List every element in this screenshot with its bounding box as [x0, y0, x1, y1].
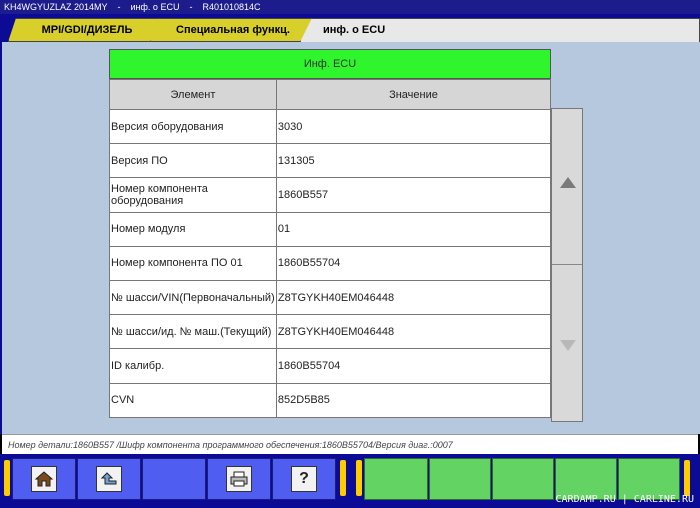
row-value: 1860B55704 [275, 348, 552, 384]
title-vin: KH4WGYUZLAZ 2014MY [4, 2, 108, 12]
row-value: 01 [275, 211, 552, 247]
triangle-down-icon [560, 340, 576, 351]
scroll-down-button[interactable] [552, 265, 582, 421]
column-header-value: Значение [275, 79, 552, 110]
help-button[interactable]: ? [272, 458, 336, 500]
scroll-up-button[interactable] [552, 109, 582, 265]
triangle-up-icon [560, 177, 576, 188]
row-item: Номер модуля [109, 211, 277, 247]
table-row[interactable]: Номер модуля 01 [109, 211, 552, 247]
row-item: № шасси/ид. № маш.(Текущий) [109, 314, 277, 350]
status-bar: Номер детали:1860B557 /Шифр компонента п… [2, 434, 698, 454]
row-item: № шасси/VIN(Первоначальный) [109, 279, 277, 316]
row-value: 3030 [275, 108, 552, 145]
table-row[interactable]: № шасси/VIN(Первоначальный) Z8TGYKH40EM04… [109, 279, 552, 316]
row-item: Номер компонента ПО 01 [109, 245, 277, 281]
tab-mpi-gdi-diesel[interactable]: MPI/GDI/ДИЗЕЛЬ [8, 18, 166, 42]
table-row[interactable]: Номер компонента оборудования 1860B557 [109, 177, 552, 213]
panel-title: Инф. ECU [109, 49, 551, 79]
tab-special-functions[interactable]: Специальная функц. [150, 18, 316, 42]
back-arrow-icon [96, 466, 122, 492]
table-row[interactable]: № шасси/ид. № маш.(Текущий) Z8TGYKH40EM04… [109, 314, 552, 350]
title-part: R401010814C [202, 2, 261, 12]
function-keys-edge-right [684, 460, 690, 496]
toolbar-edge-left [4, 460, 10, 496]
home-icon [31, 466, 57, 492]
function-key-1[interactable] [364, 458, 428, 500]
watermark: CARDAMP.RU | CARLINE.RU [555, 494, 694, 505]
row-item: Версия оборудования [109, 108, 277, 145]
empty-button[interactable] [142, 458, 206, 500]
help-icon: ? [291, 466, 317, 492]
table-row[interactable]: Номер компонента ПО 01 1860B55704 [109, 245, 552, 281]
ecu-info-table: Элемент Значение Версия оборудования 3030… [109, 79, 552, 418]
function-key-3[interactable] [492, 458, 554, 500]
table-row[interactable]: Версия ПО 131305 [109, 143, 552, 179]
function-keys-edge-left [356, 460, 362, 496]
row-value: 1860B55704 [275, 245, 552, 281]
row-value: 1860B557 [275, 177, 552, 213]
table-row[interactable]: CVN 852D5B85 [109, 382, 552, 418]
home-button[interactable] [12, 458, 76, 500]
column-header-item: Элемент [109, 79, 277, 110]
function-key-2[interactable] [429, 458, 491, 500]
table-row[interactable]: Версия оборудования 3030 [109, 108, 552, 145]
toolbar-edge-right [340, 460, 346, 496]
row-item: CVN [109, 382, 277, 418]
main-area: Инф. ECU Элемент Значение Версия оборудо… [0, 42, 700, 434]
printer-icon [226, 466, 252, 492]
row-item: Версия ПО [109, 143, 277, 179]
back-button[interactable] [77, 458, 141, 500]
row-value: Z8TGYKH40EM046448 [275, 279, 552, 316]
row-value: 852D5B85 [275, 382, 552, 418]
row-value: 131305 [275, 143, 552, 179]
table-scrollbar [551, 108, 583, 422]
row-item: ID калибр. [109, 348, 277, 384]
tab-ecu-info[interactable]: инф. о ECU [300, 18, 700, 42]
print-button[interactable] [207, 458, 271, 500]
row-item: Номер компонента оборудования [109, 177, 277, 213]
title-bar: KH4WGYUZLAZ 2014MY - инф. о ECU - R401010814… [0, 0, 700, 14]
tab-bar: MPI/GDI/ДИЗЕЛЬ Специальная функц. инф. о… [0, 14, 700, 42]
table-header-row: Элемент Значение [109, 79, 552, 110]
row-value: Z8TGYKH40EM046448 [275, 314, 552, 350]
table-row[interactable]: ID калибр. 1860B55704 [109, 348, 552, 384]
title-screen: инф. о ECU [130, 2, 180, 12]
